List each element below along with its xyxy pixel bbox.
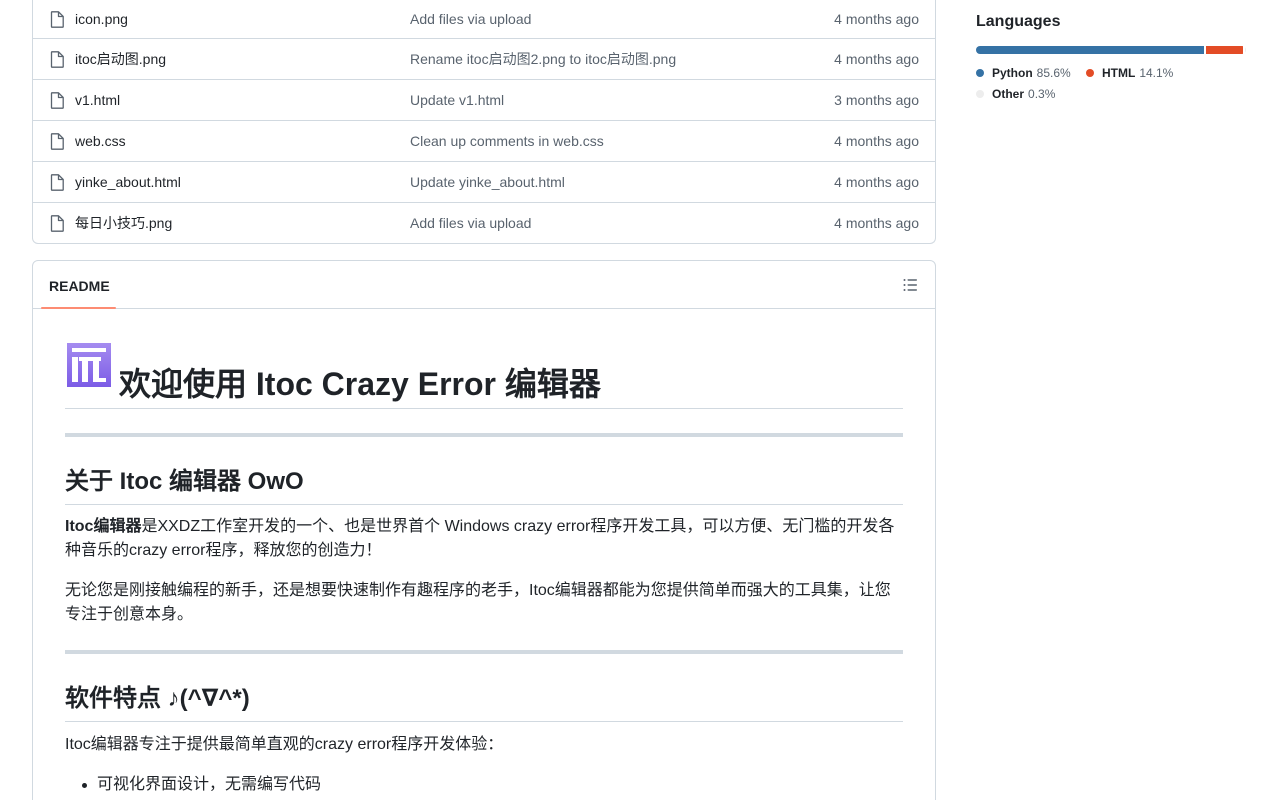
language-bar — [976, 46, 1246, 54]
file-row[interactable]: icon.png Add files via upload 4 months a… — [33, 0, 935, 38]
commit-message[interactable]: Update v1.html — [410, 92, 504, 108]
commit-message[interactable]: Update yinke_about.html — [410, 174, 565, 190]
languages-heading: Languages — [976, 13, 1061, 30]
file-row[interactable]: web.css Clean up comments in web.css 4 m… — [33, 120, 935, 161]
file-icon — [50, 50, 64, 68]
list-unordered-icon[interactable] — [903, 278, 917, 292]
language-python[interactable]: Python 85.6% — [976, 66, 1071, 80]
paragraph-audience: 无论您是刚接触编程的新手，还是想要快速制作有趣程序的老手，Itoc编辑器都能为您… — [65, 582, 891, 623]
file-icon — [50, 173, 64, 191]
language-color-dot — [1086, 69, 1094, 77]
language-percent: 14.1% — [1139, 66, 1174, 80]
divider — [65, 433, 903, 437]
language-html[interactable]: HTML 14.1% — [1086, 66, 1173, 80]
language-name: HTML — [1102, 66, 1136, 80]
file-name[interactable]: itoc启动图.png — [75, 49, 166, 69]
file-icon — [50, 132, 64, 150]
file-list: icon.png Add files via upload 4 months a… — [32, 0, 936, 244]
paragraph-text: 是XXDZ工作室开发的一个、也是世界首个 Windows crazy error… — [65, 518, 895, 559]
file-name[interactable]: 每日小技巧.png — [75, 213, 172, 233]
commit-time: 4 months ago — [834, 11, 919, 27]
language-percent: 85.6% — [1036, 66, 1071, 80]
commit-time: 3 months ago — [834, 92, 919, 108]
language-name: Python — [992, 66, 1033, 80]
language-bar-segment-html — [1205, 46, 1244, 54]
file-icon — [50, 10, 64, 28]
file-icon — [50, 91, 64, 109]
file-name[interactable]: icon.png — [75, 11, 128, 27]
language-bar-segment-other — [1245, 46, 1246, 54]
file-row[interactable]: v1.html Update v1.html 3 months ago — [33, 79, 935, 120]
readme-panel: README 欢迎使用 Itoc Crazy Error 编辑器 关于 Itoc… — [32, 260, 936, 800]
language-bar-segment-python — [976, 46, 1204, 54]
bold-text: Itoc编辑器 — [65, 518, 142, 535]
readme-title: 欢迎使用 Itoc Crazy Error 编辑器 — [65, 343, 903, 409]
file-name[interactable]: v1.html — [75, 92, 120, 108]
file-row[interactable]: yinke_about.html Update yinke_about.html… — [33, 161, 935, 202]
paragraph-intro: Itoc编辑器是XXDZ工作室开发的一个、也是世界首个 Windows craz… — [65, 515, 903, 563]
heading-about: 关于 Itoc 编辑器 OwO — [65, 461, 903, 505]
file-name[interactable]: web.css — [75, 133, 126, 149]
readme-header: README — [33, 261, 935, 309]
commit-message[interactable]: Clean up comments in web.css — [410, 133, 604, 149]
language-other[interactable]: Other 0.3% — [976, 87, 1055, 101]
itoc-logo — [67, 343, 111, 387]
commit-time: 4 months ago — [834, 174, 919, 190]
tab-readme[interactable]: README — [49, 278, 110, 294]
list-item-text: 可视化界面设计，无需编写代码 — [97, 776, 322, 793]
commit-time: 4 months ago — [834, 51, 919, 67]
language-percent: 0.3% — [1028, 87, 1056, 101]
commit-time: 4 months ago — [834, 215, 919, 231]
tab-underline — [41, 307, 116, 309]
language-color-dot — [976, 90, 984, 98]
heading-features: 软件特点 ♪(^∇^*) — [65, 678, 903, 722]
divider — [65, 650, 903, 654]
commit-message[interactable]: Rename itoc启动图2.png to itoc启动图.png — [410, 49, 676, 69]
language-color-dot — [976, 69, 984, 77]
language-name: Other — [992, 87, 1025, 101]
commit-message[interactable]: Add files via upload — [410, 215, 531, 231]
file-row[interactable]: itoc启动图.png Rename itoc启动图2.png to itoc启… — [33, 38, 935, 79]
file-icon — [50, 214, 64, 232]
file-name[interactable]: yinke_about.html — [75, 174, 181, 190]
commit-time: 4 months ago — [834, 133, 919, 149]
bullet — [82, 783, 87, 788]
page-title: 欢迎使用 Itoc Crazy Error 编辑器 — [119, 366, 601, 402]
paragraph-features: Itoc编辑器专注于提供最简单直观的crazy error程序开发体验： — [65, 736, 504, 753]
commit-message[interactable]: Add files via upload — [410, 11, 531, 27]
list-item: 可视化界面设计，无需编写代码 — [82, 773, 322, 797]
file-row[interactable]: 每日小技巧.png Add files via upload 4 months … — [33, 202, 935, 243]
